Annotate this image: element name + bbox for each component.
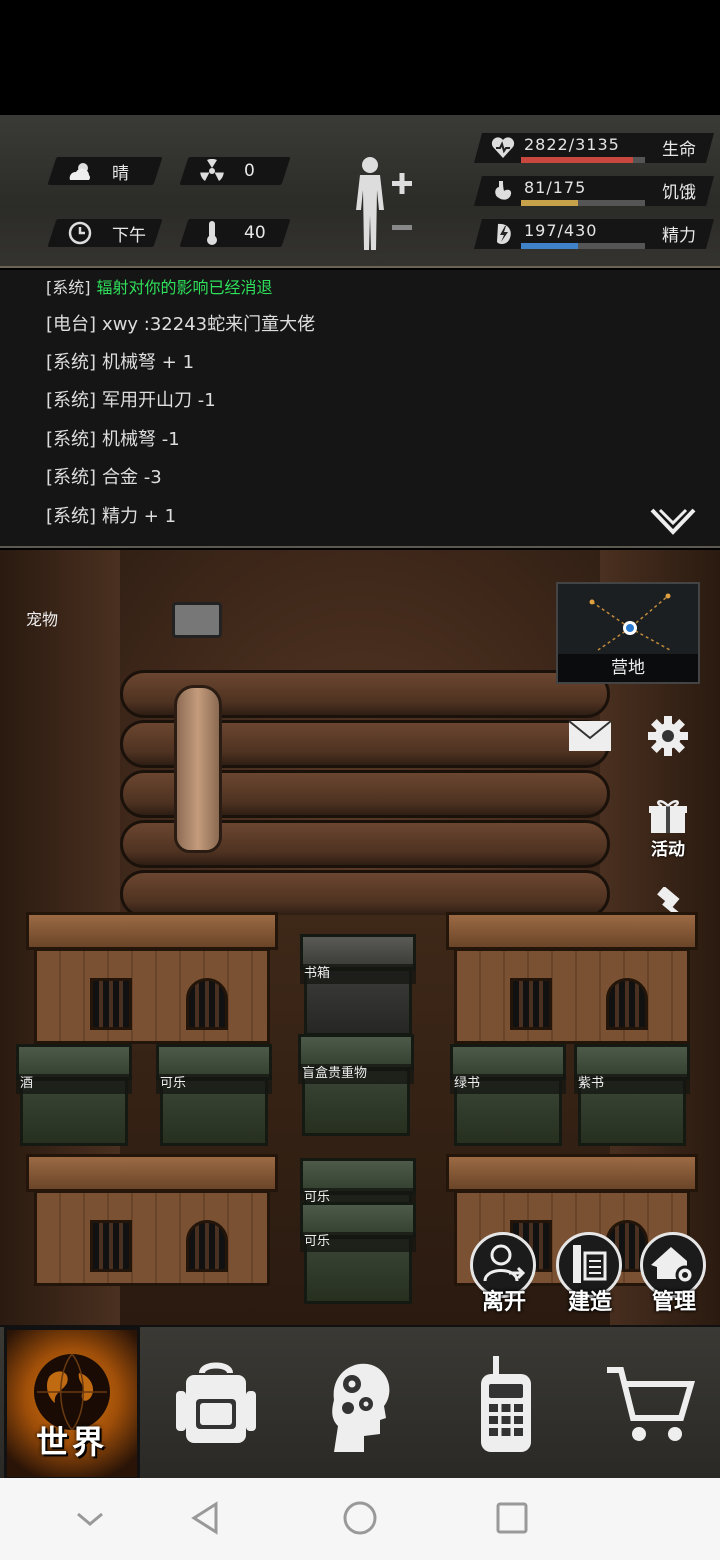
energy-bar — [521, 243, 645, 249]
leave-button[interactable]: 离开 — [466, 1232, 542, 1315]
shopping-cart-icon — [607, 1366, 695, 1441]
chat-line: [系统] 合金 -3 — [46, 467, 162, 488]
storage-cola[interactable]: 可乐 — [156, 1044, 272, 1146]
build-label: 建造 — [567, 1290, 612, 1315]
home-icon[interactable] — [340, 1498, 380, 1538]
gift-icon — [649, 799, 687, 833]
thermometer-icon — [198, 219, 226, 247]
mail-icon — [568, 720, 612, 751]
health-bar — [521, 157, 645, 163]
manage-label: 管理 — [651, 1290, 696, 1315]
energy-icon — [497, 223, 511, 245]
chat-line: [系统] 辐射对你的影响已经消退 — [46, 278, 273, 297]
storage-purplebook[interactable]: 紫书 — [574, 1044, 690, 1146]
gear-icon — [648, 716, 688, 756]
chat-log[interactable]: [系统] 辐射对你的影响已经消退 [电台] xwy :32243蛇来门童大佬 [系统… — [0, 270, 720, 548]
camp-scene: 宠物 营地 活动 黑市 — [0, 550, 720, 1325]
chat-line: [系统] 精力 + 1 — [46, 506, 177, 527]
camp-minimap[interactable]: 营地 — [556, 582, 700, 684]
status-area — [0, 0, 720, 115]
storage-wine[interactable]: 酒 — [16, 1044, 132, 1146]
backpack-icon — [176, 1362, 256, 1443]
temperature-pill: 40 — [179, 219, 291, 247]
energy-label: 精力 — [662, 226, 696, 246]
weather-icon — [66, 157, 94, 185]
hunger-value: 81/175 — [524, 178, 587, 197]
temperature-value: 40 — [244, 223, 266, 243]
health-label: 生命 — [662, 140, 696, 160]
radiation-icon — [198, 157, 226, 185]
weather-text: 晴 — [112, 163, 129, 184]
time-of-day: 下午 — [112, 225, 146, 246]
walkie-talkie-icon — [481, 1355, 531, 1452]
energy-stat: 197/430 精力 — [473, 215, 715, 249]
nav-shop[interactable] — [580, 1327, 720, 1480]
storage-blindbox[interactable]: 盲盒贵重物 — [298, 1034, 414, 1136]
system-nav-bar — [0, 1478, 720, 1560]
mail-button[interactable] — [558, 704, 622, 768]
weather-pill: 晴 — [47, 157, 163, 185]
head-gears-icon — [332, 1363, 390, 1452]
heart-icon — [491, 137, 515, 158]
build-button[interactable]: 建造 — [552, 1232, 628, 1315]
storage-cola-3[interactable]: 可乐 — [300, 1202, 416, 1304]
stomach-icon — [495, 181, 512, 200]
hook-icon — [172, 602, 222, 638]
chat-line: [系统] 机械弩 -1 — [46, 429, 180, 450]
minimap-label: 营地 — [558, 654, 698, 682]
hunger-stat: 81/175 饥饿 — [473, 172, 715, 206]
nav-skills[interactable] — [290, 1327, 430, 1480]
hut-top-right[interactable] — [446, 912, 698, 1044]
chat-line: [电台] xwy :32243蛇来门童大佬 — [46, 314, 316, 335]
recents-icon[interactable] — [492, 1498, 532, 1538]
chat-collapse-chevron-icon[interactable] — [650, 506, 696, 536]
chat-line: [系统] 军用开山刀 -1 — [46, 390, 216, 411]
manage-button[interactable]: 管理 — [636, 1232, 712, 1315]
pet-label[interactable]: 宠物 — [26, 606, 58, 630]
health-value: 2822/3135 — [524, 135, 620, 154]
chevron-down-icon[interactable] — [70, 1498, 110, 1538]
storage-bookcase[interactable]: 书箱 — [300, 934, 416, 1036]
hunger-label: 饥饿 — [662, 183, 696, 203]
health-stat: 2822/3135 生命 — [473, 129, 715, 163]
radiation-value: 0 — [244, 161, 255, 181]
activity-button[interactable]: 活动 — [636, 794, 700, 864]
body-figure-icon — [356, 157, 412, 250]
clock-icon — [66, 219, 94, 247]
storage-greenbook[interactable]: 绿书 — [450, 1044, 566, 1146]
hud-panel: 晴 0 下午 40 2822/3135 生命 81/175 饥饿 197/430… — [0, 115, 720, 268]
nav-world[interactable]: 世界 — [4, 1327, 140, 1480]
bottom-nav: 世界 — [0, 1325, 720, 1480]
back-icon[interactable] — [186, 1498, 226, 1538]
hunger-bar — [521, 200, 645, 206]
settings-button[interactable] — [636, 704, 700, 768]
body-status-button[interactable] — [350, 155, 420, 255]
radiation-pill: 0 — [179, 157, 291, 185]
nav-backpack[interactable] — [146, 1327, 286, 1480]
energy-value: 197/430 — [524, 221, 598, 240]
nav-radio[interactable] — [436, 1327, 576, 1480]
hut-bottom-left[interactable] — [26, 1154, 278, 1286]
hut-top-left[interactable] — [26, 912, 278, 1044]
chat-line: [系统] 机械弩 + 1 — [46, 352, 195, 373]
leave-label: 离开 — [481, 1290, 526, 1315]
map-node-icon — [589, 593, 671, 651]
time-pill: 下午 — [47, 219, 163, 247]
punching-bag[interactable] — [174, 685, 222, 853]
nav-world-label: 世界 — [35, 1423, 108, 1461]
activity-label: 活动 — [651, 839, 685, 860]
